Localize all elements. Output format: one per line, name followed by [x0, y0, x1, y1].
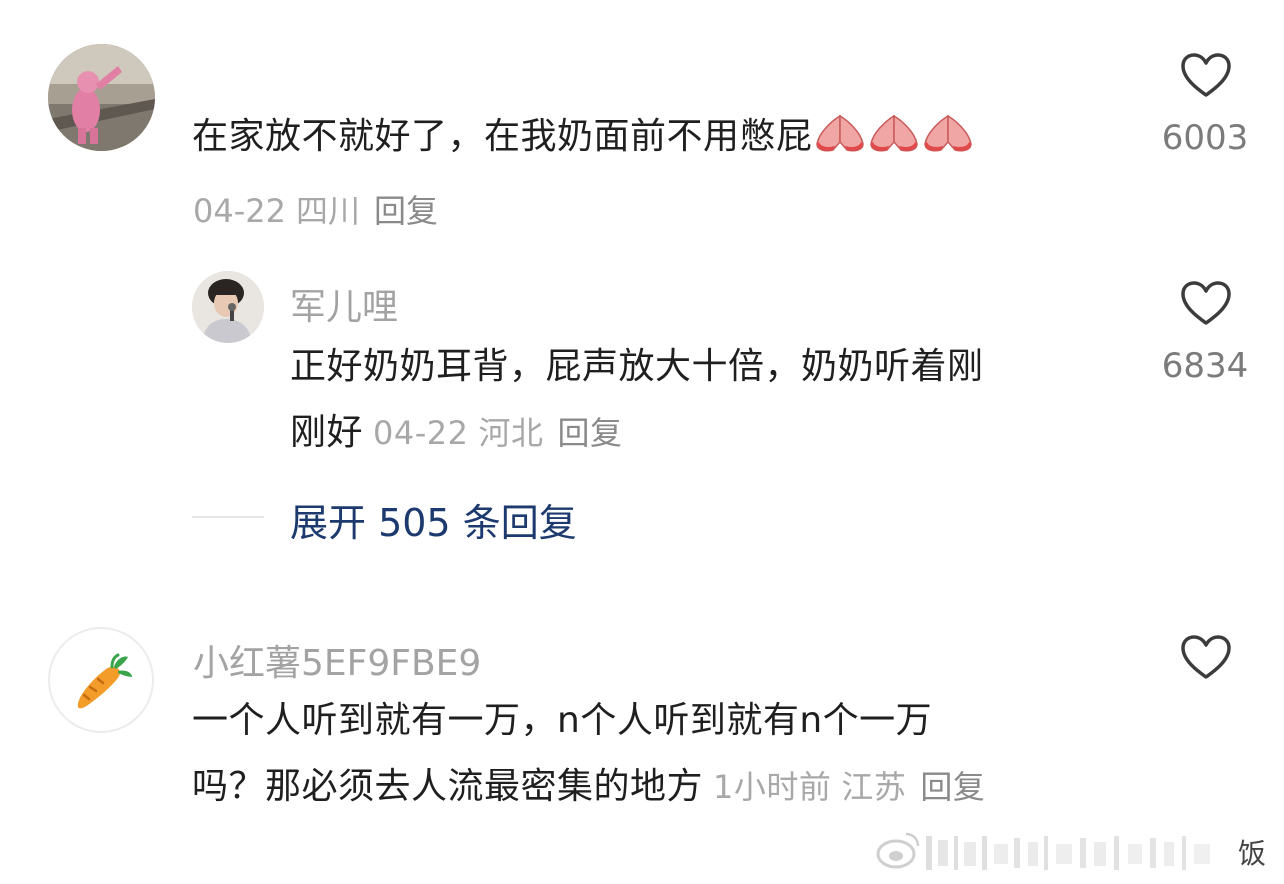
like-count: 6834 — [1161, 346, 1249, 386]
carrot-icon — [77, 653, 132, 709]
comment-meta: 04-22 四川 回复 — [193, 186, 438, 232]
expand-replies-button[interactable]: 展开 505 条回复 — [290, 492, 577, 547]
like-button[interactable] — [1180, 52, 1232, 98]
pray-emoji-icon — [921, 108, 975, 174]
comment-text: 一个人听到就有一万，n个人听到就有n个一万 吗？那必须去人流最密集的地方 1小时前… — [192, 688, 985, 820]
like-count: 6003 — [1161, 118, 1249, 158]
reply-text-line2-body: 刚好 — [290, 412, 364, 453]
comment-body: 在家放不就好了，在我奶面前不用憋屁 — [192, 116, 813, 157]
comment-location: 江苏 — [841, 768, 907, 806]
comment-text: 在家放不就好了，在我奶面前不用憋屁 — [192, 104, 975, 174]
comment-location: 四川 — [295, 192, 360, 230]
reply-location: 河北 — [478, 414, 544, 452]
pray-emoji-icon — [867, 108, 921, 174]
comment-time: 1小时前 — [713, 768, 832, 806]
heart-icon — [1181, 635, 1231, 679]
avatar-photo — [48, 44, 155, 151]
reply-button[interactable]: 回复 — [558, 414, 623, 452]
like-button[interactable] — [1180, 634, 1232, 680]
comment-date: 04-22 — [193, 192, 286, 230]
reply-meta: 04-22 河北 回复 — [373, 414, 623, 452]
avatar[interactable] — [48, 627, 154, 733]
reply-text-line1: 正好奶奶耳背，屁声放大十倍，奶奶听着刚 — [290, 346, 984, 387]
reply-author[interactable]: 军儿哩 — [290, 278, 398, 330]
reply-button[interactable]: 回复 — [374, 192, 438, 230]
pray-emoji-icon — [813, 108, 867, 174]
avatar[interactable] — [48, 44, 155, 151]
divider — [192, 516, 264, 518]
comment-text-line2: 吗？那必须去人流最密集的地方 1小时前 江苏 回复 — [192, 754, 985, 820]
weibo-logo-icon — [876, 832, 1210, 870]
like-button[interactable] — [1180, 280, 1232, 326]
comment-meta: 1小时前 江苏 回复 — [713, 768, 985, 806]
comment-text-line2-body: 吗？那必须去人流最密集的地方 — [192, 766, 704, 807]
comment-author[interactable]: 小红薯5EF9FBE9 — [193, 634, 481, 686]
weibo-watermark: 饭 — [874, 826, 1284, 876]
avatar-photo — [192, 271, 264, 343]
reply-button[interactable]: 回复 — [920, 768, 985, 806]
heart-icon — [1181, 53, 1231, 97]
reply-date: 04-22 — [373, 414, 469, 452]
reply-text: 正好奶奶耳背，屁声放大十倍，奶奶听着刚 刚好 04-22 河北 回复 — [290, 334, 984, 466]
heart-icon — [1181, 281, 1231, 325]
reply-avatar[interactable] — [192, 271, 264, 343]
comment-text-line1: 一个人听到就有一万，n个人听到就有n个一万 — [192, 700, 933, 741]
watermark-text: 饭 — [1238, 837, 1267, 870]
reply-text-line2: 刚好 04-22 河北 回复 — [290, 400, 984, 466]
